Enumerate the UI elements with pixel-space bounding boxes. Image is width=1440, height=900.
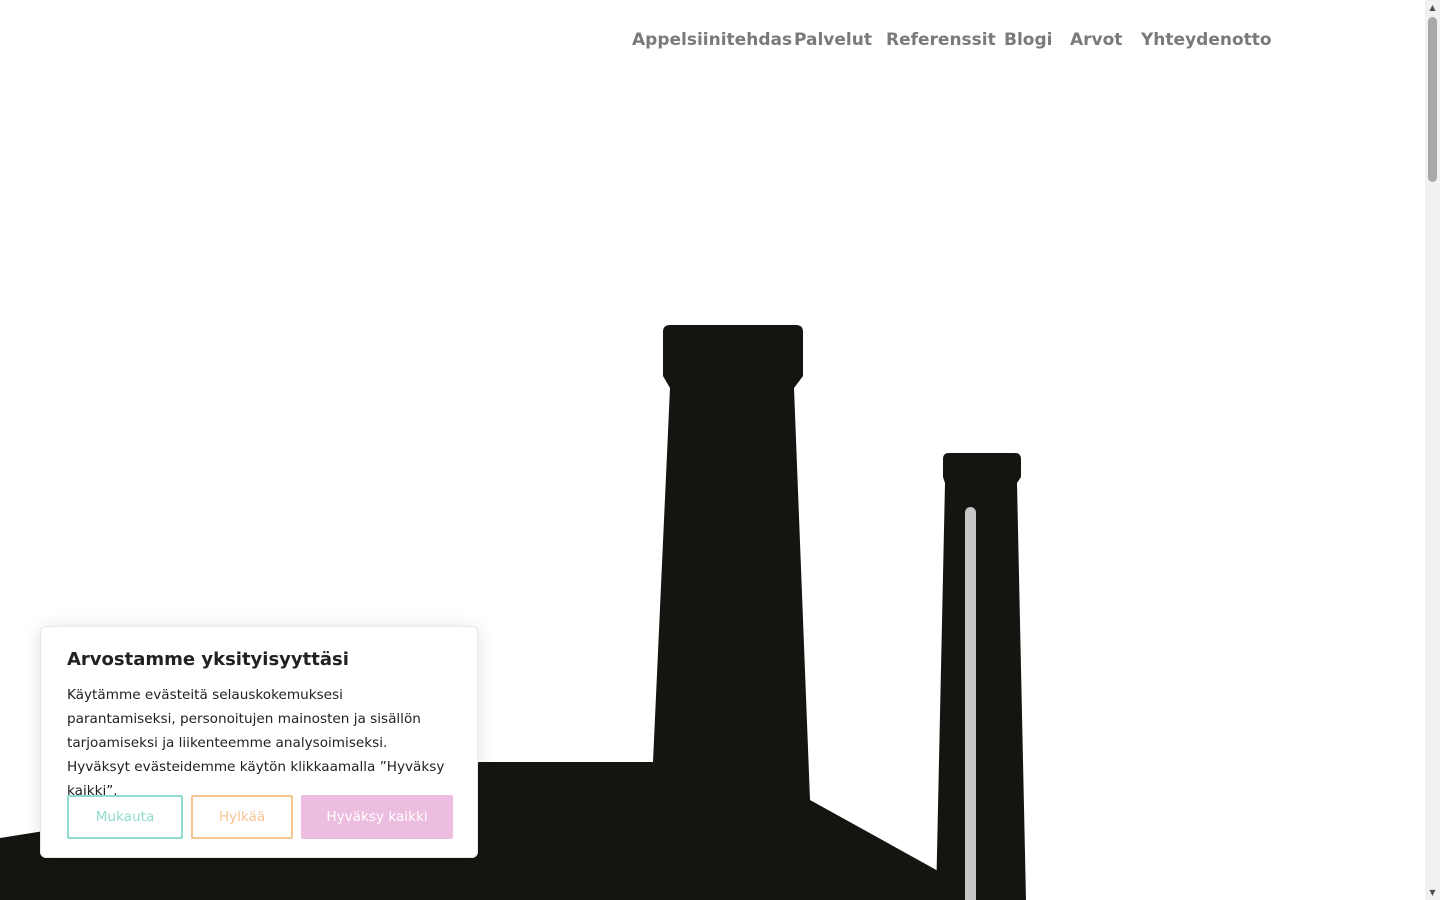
scroll-down-arrow-icon[interactable]: ▼ [1425, 885, 1440, 900]
nav-link-appelsiinitehdas[interactable]: Appelsiinitehdas [632, 28, 792, 52]
top-navigation: Appelsiinitehdas Palvelut Referenssit Bl… [0, 0, 1425, 80]
nav-link-palvelut[interactable]: Palvelut [794, 28, 872, 52]
customize-button[interactable]: Mukauta [67, 795, 183, 839]
page: Appelsiinitehdas Palvelut Referenssit Bl… [0, 0, 1440, 900]
nav-link-referenssit[interactable]: Referenssit [886, 28, 996, 52]
small-chimney [936, 453, 1026, 900]
cookie-banner-description: Käytämme evästeitä selauskokemuksesi par… [67, 687, 445, 799]
nav-link-arvot[interactable]: Arvot [1070, 28, 1122, 52]
vertical-scrollbar[interactable]: ▲ ▼ [1425, 0, 1440, 900]
accept-all-button[interactable]: Hyväksy kaikki [301, 795, 453, 839]
cookie-consent-banner: Arvostamme yksityisyyttäsi Käytämme eväs… [40, 626, 478, 858]
scrollbar-thumb[interactable] [1428, 17, 1437, 182]
scroll-up-arrow-icon[interactable]: ▲ [1425, 0, 1440, 15]
cookie-banner-title: Arvostamme yksityisyyttäsi [67, 649, 349, 670]
nav-link-yhteydenotto[interactable]: Yhteydenotto [1141, 28, 1272, 52]
nav-link-blogi[interactable]: Blogi [1004, 28, 1052, 52]
reject-button[interactable]: Hylkää [191, 795, 293, 839]
chimney-pipe [965, 507, 976, 900]
